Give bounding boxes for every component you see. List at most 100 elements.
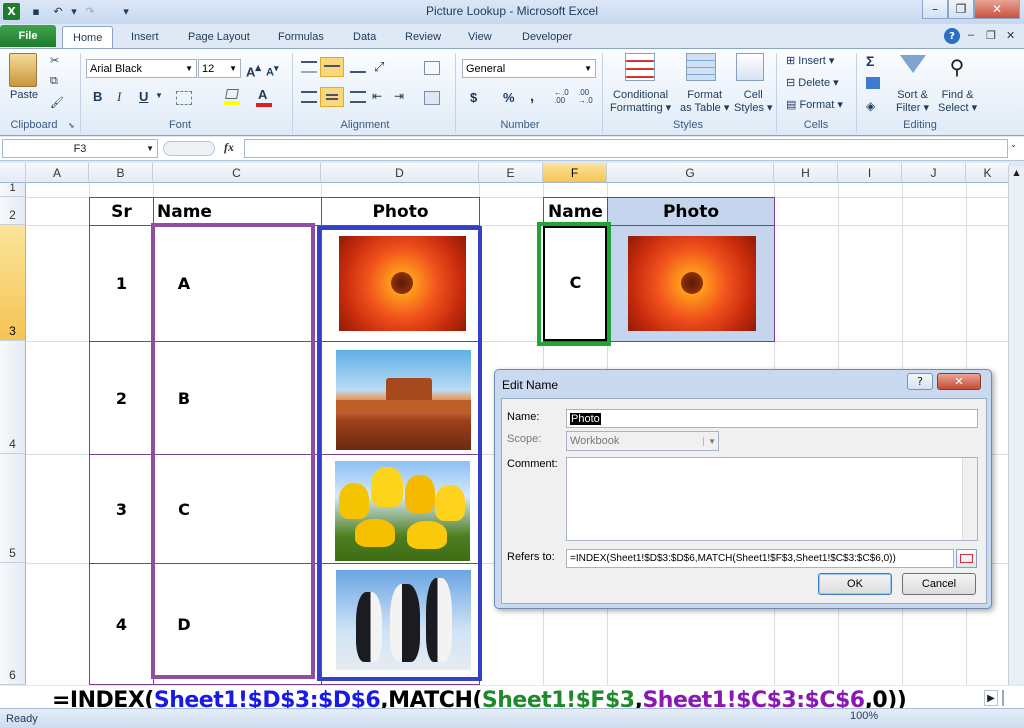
insert-cells-button[interactable]: ⊞ Insert ▾ [786,54,834,67]
number-format-select[interactable]: General ▼ [462,59,596,78]
comment-scrollbar[interactable] [962,458,977,540]
merge-center-icon[interactable] [424,91,440,105]
tab-formulas[interactable]: Formulas [268,26,334,48]
lookup-flower-photo[interactable] [628,236,756,331]
scroll-up-icon[interactable]: ▲ [1010,168,1023,182]
delete-cells-button[interactable]: ⊟ Delete ▾ [786,76,839,89]
select-all-corner[interactable] [0,163,26,183]
borders-icon[interactable] [176,91,192,105]
ribbon-minimize-icon[interactable]: – [968,29,974,41]
align-right-icon[interactable] [350,91,366,103]
align-left-icon[interactable] [301,91,317,103]
orientation-icon[interactable]: ⤢ [374,59,384,75]
column-header-a[interactable]: A [26,163,89,183]
wrap-text-icon[interactable] [424,61,440,75]
column-header-b[interactable]: B [89,163,153,183]
clear-icon[interactable]: ◈ [866,99,875,113]
tab-data[interactable]: Data [343,26,386,48]
column-header-i[interactable]: I [838,163,902,183]
tab-review[interactable]: Review [395,26,451,48]
restore-button[interactable]: ❐ [948,0,974,19]
row-header-4[interactable]: 4 [0,341,26,454]
help-icon[interactable]: ? [944,28,960,44]
row-header-6[interactable]: 6 [0,563,26,685]
column-header-f[interactable]: F [543,163,607,183]
cell-sr-4[interactable]: 4 [90,564,153,685]
lookup-header-name[interactable]: Name [544,198,607,225]
currency-button[interactable]: $ [470,90,477,105]
font-size-select[interactable]: 12 ▼ [198,59,241,78]
underline-button[interactable]: U [139,89,148,104]
minimize-button[interactable]: – [922,0,948,19]
increase-indent-icon[interactable]: ⇥ [394,89,404,103]
tab-insert[interactable]: Insert [121,26,169,48]
row-header-2[interactable]: 2 [0,197,26,225]
find-select-button[interactable]: Find & Select ▾ [938,89,977,115]
cell-sr-3[interactable]: 3 [90,455,153,563]
split-box[interactable] [1002,690,1008,706]
format-as-table-button[interactable]: Format as Table ▾ [680,89,729,115]
copy-icon[interactable]: ⧉ [50,75,58,88]
format-cells-button[interactable]: ▤ Format ▾ [786,98,843,111]
tab-home[interactable]: Home [62,26,114,48]
italic-button[interactable]: I [117,89,121,105]
workbook-restore-icon[interactable]: ❐ [986,29,996,42]
column-header-g[interactable]: G [607,163,774,183]
clipboard-launcher-icon[interactable]: ⬊ [68,121,75,130]
dialog-help-button[interactable]: ? [907,373,933,390]
column-header-e[interactable]: E [479,163,543,183]
decrease-decimal-icon[interactable]: .00 →.0 [578,89,593,105]
font-name-select[interactable]: Arial Black ▼ [86,59,197,78]
vertical-scrollbar[interactable]: ▲ [1008,166,1024,685]
tab-view[interactable]: View [458,26,502,48]
scope-select[interactable]: Workbook ▼ [566,431,719,451]
fill-icon[interactable] [866,77,880,89]
tab-page-layout[interactable]: Page Layout [178,26,260,48]
tab-developer[interactable]: Developer [512,26,582,48]
formula-bar-splitter[interactable] [163,141,215,156]
find-select-icon[interactable]: ⚲ [944,55,970,79]
column-header-c[interactable]: C [153,163,321,183]
grow-font-icon[interactable]: A▴ [246,61,261,79]
comma-button[interactable]: , [530,88,534,105]
penguins-photo[interactable] [336,570,471,670]
fill-color-icon[interactable] [224,89,240,105]
header-sr[interactable]: Sr [90,198,153,225]
align-middle-icon[interactable] [320,57,344,77]
cell-sr-2[interactable]: 2 [90,342,153,454]
column-header-h[interactable]: H [774,163,838,183]
refers-to-input[interactable]: =INDEX(Sheet1!$D$3:$D$6,MATCH(Sheet1!$F$… [566,549,954,568]
cancel-button[interactable]: Cancel [902,573,976,595]
name-input[interactable]: Photo [566,409,978,428]
insert-function-button[interactable]: fx [224,140,234,155]
increase-decimal-icon[interactable]: ←.0.00 [554,89,569,105]
row-header-3[interactable]: 3 [0,225,26,341]
sort-filter-button[interactable]: Sort & Filter ▾ [896,89,929,115]
underline-dropdown-icon[interactable]: ▼ [155,91,163,100]
format-painter-icon[interactable]: 🖌 [50,96,64,109]
percent-button[interactable]: % [503,90,515,105]
row-header-1[interactable]: 1 [0,182,26,197]
header-photo[interactable]: Photo [322,198,479,225]
scroll-right-icon[interactable]: ▶ [984,690,998,706]
formula-input[interactable] [244,139,1008,158]
column-header-d[interactable]: D [321,163,479,183]
align-bottom-icon[interactable] [350,61,366,73]
desert-butte-photo[interactable] [336,350,471,450]
align-center-icon[interactable] [320,87,344,107]
tab-file[interactable]: File [0,25,56,47]
format-as-table-icon[interactable] [686,53,716,81]
lookup-name-value[interactable]: C [544,226,607,338]
cut-icon[interactable]: ✂ [50,54,59,67]
yellow-tulips-photo[interactable] [335,461,470,561]
header-name[interactable]: Name [154,198,321,225]
cell-styles-button[interactable]: Cell Styles ▾ [734,89,773,115]
shrink-font-icon[interactable]: A▾ [266,63,279,79]
decrease-indent-icon[interactable]: ⇤ [372,89,382,103]
align-top-icon[interactable] [301,61,317,73]
paste-button[interactable]: Paste [10,89,38,101]
ok-button[interactable]: OK [818,573,892,595]
dialog-close-button[interactable]: ✕ [937,373,981,390]
autosum-button[interactable]: Σ [866,53,874,69]
cell-sr-1[interactable]: 1 [90,226,153,341]
